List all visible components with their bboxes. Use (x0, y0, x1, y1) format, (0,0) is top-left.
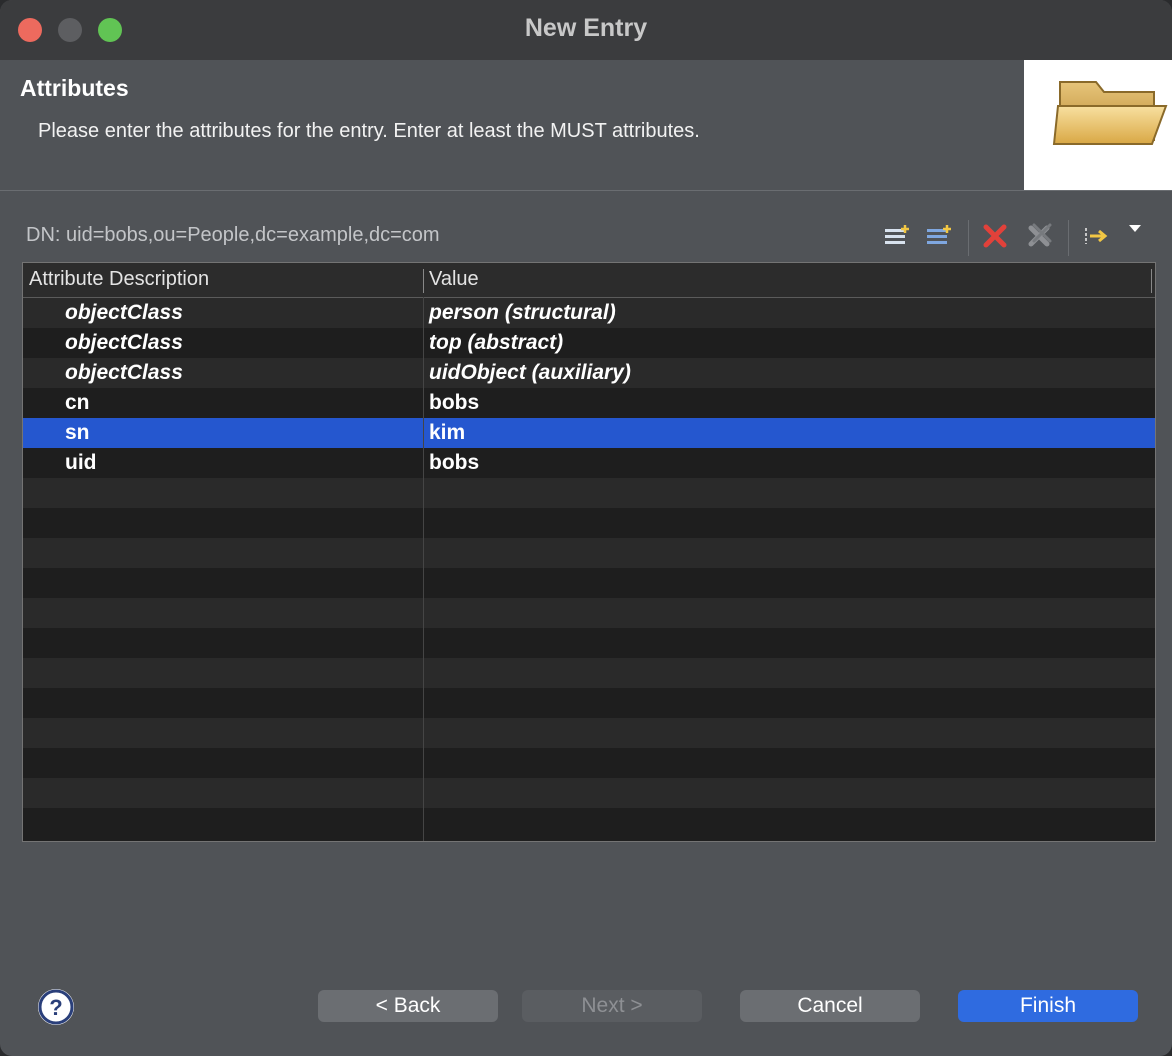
attribute-cell: cn (65, 391, 90, 414)
page-description: Please enter the attributes for the entr… (38, 120, 700, 142)
cancel-button[interactable]: Cancel (740, 990, 920, 1022)
delete-all-icon[interactable] (1022, 218, 1056, 254)
column-divider-line (423, 297, 424, 841)
new-attribute-icon[interactable] (880, 218, 914, 254)
new-value-icon[interactable] (922, 218, 956, 254)
folder-icon (1024, 60, 1172, 190)
empty-row (23, 628, 1155, 658)
empty-row (23, 658, 1155, 688)
svg-text:?: ? (49, 995, 62, 1020)
empty-row (23, 568, 1155, 598)
header-separator (0, 190, 1172, 191)
edit-value-icon[interactable] (1078, 218, 1112, 254)
attribute-cell: uid (65, 451, 97, 474)
attribute-cell: objectClass (65, 331, 183, 354)
question-mark-icon: ? (38, 989, 74, 1025)
column-header-value[interactable]: Value (429, 268, 479, 291)
table-row[interactable]: objectClass uidObject (auxiliary) (23, 358, 1155, 388)
empty-row (23, 478, 1155, 508)
next-button[interactable]: Next > (522, 990, 702, 1022)
empty-row (23, 808, 1155, 838)
back-button[interactable]: < Back (318, 990, 498, 1022)
column-divider[interactable] (1151, 269, 1152, 293)
toolbar-separator (968, 220, 969, 256)
empty-row (23, 538, 1155, 568)
table-row[interactable]: cn bobs (23, 388, 1155, 418)
attribute-cell: sn (65, 421, 90, 444)
empty-row (23, 508, 1155, 538)
empty-row (23, 598, 1155, 628)
attribute-cell: objectClass (65, 361, 183, 384)
toolbar-separator (1068, 220, 1069, 256)
page-title: Attributes (20, 75, 129, 101)
attributes-toolbar (878, 218, 1158, 258)
empty-row (23, 688, 1155, 718)
attribute-cell: objectClass (65, 301, 183, 324)
table-header: Attribute Description Value (23, 263, 1155, 298)
delete-icon[interactable] (978, 218, 1012, 254)
value-cell[interactable]: top (abstract) (429, 331, 563, 355)
value-cell[interactable]: person (structural) (429, 301, 616, 325)
table-row[interactable]: objectClass top (abstract) (23, 328, 1155, 358)
new-entry-dialog: New Entry Attributes Please enter the at… (0, 0, 1172, 1056)
table-row[interactable]: uid bobs (23, 448, 1155, 478)
table-row-selected[interactable]: sn kim (23, 418, 1155, 448)
column-divider[interactable] (423, 269, 424, 293)
empty-row (23, 748, 1155, 778)
finish-button[interactable]: Finish (958, 990, 1138, 1022)
value-cell[interactable]: bobs (429, 451, 479, 475)
value-cell[interactable]: uidObject (auxiliary) (429, 361, 631, 385)
title-bar: New Entry (0, 0, 1172, 61)
menu-dropdown-icon[interactable] (1120, 218, 1150, 254)
value-cell[interactable]: bobs (429, 391, 479, 415)
wizard-header: Attributes Please enter the attributes f… (0, 60, 1172, 190)
window-title: New Entry (524, 14, 648, 42)
dn-label: DN: uid=bobs,ou=People,dc=example,dc=com (26, 224, 440, 246)
value-cell[interactable]: kim (429, 421, 465, 445)
attributes-table[interactable]: Attribute Description Value objectClass … (22, 262, 1156, 842)
column-header-attribute[interactable]: Attribute Description (29, 268, 209, 291)
empty-row (23, 778, 1155, 808)
table-row[interactable]: objectClass person (structural) (23, 298, 1155, 328)
empty-row (23, 718, 1155, 748)
help-button[interactable]: ? (38, 989, 74, 1025)
